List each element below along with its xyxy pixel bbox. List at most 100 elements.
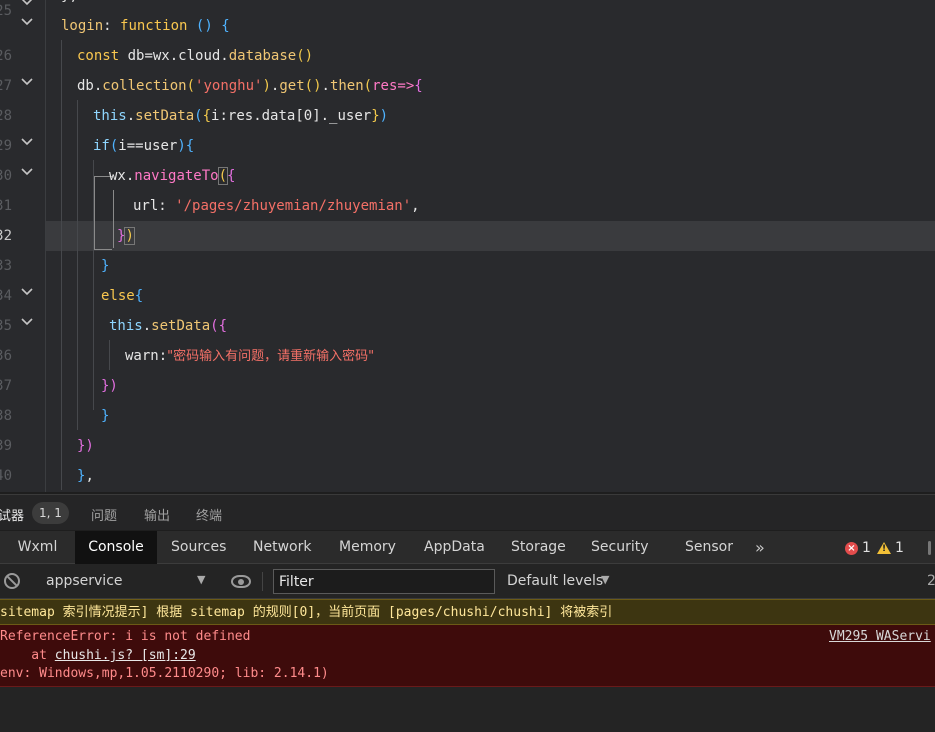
code-line[interactable]: this.setData({i:res.data[0]._user}) <box>93 101 388 131</box>
tab-network[interactable]: Network <box>253 531 311 564</box>
context-caret-down-icon[interactable]: ▼ <box>197 573 205 586</box>
current-line-highlight <box>46 221 935 251</box>
indent-guide-active <box>113 190 114 248</box>
keyword: else <box>101 288 135 304</box>
toolbar-divider <box>262 572 263 591</box>
console-prompt-area[interactable] <box>0 687 935 732</box>
devtools-tab-bar: Wxml Console Sources Network Memory AppD… <box>0 531 935 564</box>
code-line[interactable]: }, <box>77 461 94 491</box>
bottom-panel-tabs: 试器 1, 1 问题 输出 终端 <box>0 494 935 530</box>
warning-counter[interactable]: ! 1 <box>877 540 904 556</box>
warning-text: sitemap 索引情况提示] 根据 sitemap 的规则[0]，当前页面 [… <box>0 605 613 620</box>
console-toolbar: appservice ▼ Default levels ▼ 2 <box>0 564 935 599</box>
line-number: 39 <box>0 438 12 454</box>
filter-input[interactable] <box>273 569 495 594</box>
method-call: get <box>279 78 305 94</box>
fold-chevron-down-icon[interactable] <box>20 315 34 329</box>
code-editor[interactable]: 25 26 27 28 29 30 31 32 33 34 35 36 37 3… <box>0 0 935 492</box>
error-text: ReferenceError: i is not defined <box>0 629 251 644</box>
issues-count: 2 <box>927 573 935 589</box>
line-number: 36 <box>0 348 12 364</box>
tab-memory[interactable]: Memory <box>339 531 396 564</box>
fold-chevron-down-icon[interactable] <box>20 165 34 179</box>
tab-security[interactable]: Security <box>591 531 649 564</box>
line-number: 25 <box>0 3 12 19</box>
tab-sensor[interactable]: Sensor <box>685 531 733 564</box>
string-literal: "密码输入有问题，请重新输入密码" <box>167 349 375 364</box>
tab-appdata[interactable]: AppData <box>424 531 485 564</box>
warning-icon: ! <box>877 542 891 554</box>
settings-gear-icon[interactable] <box>928 541 931 555</box>
console-warning-message[interactable]: sitemap 索引情况提示] 根据 sitemap 的规则[0]，当前页面 [… <box>0 599 935 625</box>
code-line[interactable]: db.collection('yonghu').get().then(res=>… <box>77 71 423 101</box>
fold-chevron-down-icon[interactable] <box>20 135 34 149</box>
error-count: 1 <box>862 540 871 556</box>
gutter-divider <box>45 0 46 492</box>
line-number: 33 <box>0 258 12 274</box>
code-line[interactable]: }) <box>101 371 118 401</box>
error-env-text: env: Windows,mp,1.05.2110290; lib: 2.14.… <box>0 666 329 681</box>
line-number: 30 <box>0 168 12 184</box>
code-line[interactable]: }) <box>77 431 94 461</box>
code-line[interactable]: }, <box>61 0 78 11</box>
line-number: 37 <box>0 378 12 394</box>
line-number: 28 <box>0 108 12 124</box>
code-text: i:res.data[0]._user <box>211 108 372 124</box>
line-number: 27 <box>0 78 12 94</box>
indent-guide <box>77 100 78 430</box>
code-line-active[interactable]: }) <box>117 221 135 251</box>
string-literal: '/pages/zhuyemian/zhuyemian' <box>175 198 412 214</box>
tab-problems[interactable]: 问题 <box>91 505 117 524</box>
method-call: then <box>329 78 364 94</box>
fold-chevron-down-icon[interactable] <box>20 0 34 9</box>
warning-count: 1 <box>895 540 904 556</box>
method-call: database <box>228 48 297 64</box>
code-line[interactable]: if(i==user){ <box>93 131 194 161</box>
code-text: wx. <box>109 168 135 184</box>
fold-chevron-down-icon[interactable] <box>20 15 34 29</box>
bracket-scope <box>94 177 95 249</box>
code-line[interactable]: } <box>101 401 109 431</box>
error-counter[interactable]: × 1 <box>845 540 871 556</box>
method-call: setData <box>135 108 195 124</box>
code-line[interactable]: warn:"密码输入有问题，请重新输入密码" <box>125 341 374 371</box>
line-number: 26 <box>0 48 12 64</box>
code-line[interactable]: const db=wx.cloud.database() <box>77 41 313 71</box>
clear-console-icon[interactable] <box>4 573 20 589</box>
code-line[interactable]: wx.navigateTo({ <box>109 161 235 191</box>
tab-wxml[interactable]: Wxml <box>0 531 75 564</box>
code-line[interactable]: this.setData({ <box>109 311 227 341</box>
method-call: setData <box>151 318 211 334</box>
live-expression-eye-icon[interactable] <box>231 575 251 588</box>
code-line[interactable]: url: '/pages/zhuyemian/zhuyemian', <box>133 191 420 221</box>
console-error-message[interactable]: ReferenceError: i is not defined at chus… <box>0 625 935 687</box>
tab-terminal[interactable]: 终端 <box>196 505 222 524</box>
code-line[interactable]: login: function () { <box>61 11 230 41</box>
tab-console[interactable]: Console <box>75 531 157 564</box>
string-literal: 'yonghu' <box>195 78 263 94</box>
context-selector[interactable]: appservice <box>46 573 123 589</box>
keyword: function <box>120 18 188 34</box>
tab-storage[interactable]: Storage <box>511 531 566 564</box>
tab-sources[interactable]: Sources <box>171 531 226 564</box>
error-source-link[interactable]: VM295 WAServi <box>829 629 931 644</box>
tab-output[interactable]: 输出 <box>144 505 170 524</box>
code-line[interactable]: else{ <box>101 281 143 311</box>
more-tabs-chevron-icon[interactable]: » <box>755 531 765 564</box>
levels-caret-down-icon[interactable]: ▼ <box>601 573 609 586</box>
bracket-scope-bottom <box>94 249 112 250</box>
indent-guide <box>109 340 110 370</box>
line-number: 40 <box>0 468 12 484</box>
log-levels-dropdown[interactable]: Default levels <box>507 573 603 589</box>
code-text: db=wx.cloud. <box>127 48 229 64</box>
method-call: collection <box>102 78 187 94</box>
tab-debugger[interactable]: 试器 <box>0 505 24 524</box>
keyword-this: this <box>93 108 127 124</box>
fold-chevron-down-icon[interactable] <box>20 75 34 89</box>
line-number: 31 <box>0 198 12 214</box>
keyword: const <box>77 48 120 64</box>
code-line[interactable]: } <box>101 251 109 281</box>
object-key: warn <box>125 348 159 364</box>
fold-chevron-down-icon[interactable] <box>20 285 34 299</box>
stack-source-link[interactable]: chushi.js? [sm]:29 <box>55 648 196 663</box>
